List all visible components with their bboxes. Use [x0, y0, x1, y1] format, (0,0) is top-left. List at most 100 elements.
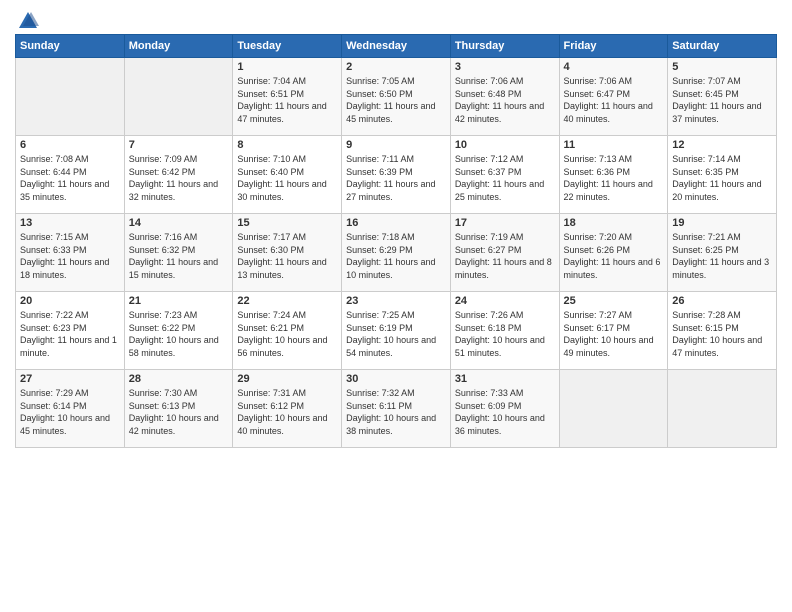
logo-icon: [17, 10, 39, 32]
day-info: Sunrise: 7:09 AM Sunset: 6:42 PM Dayligh…: [129, 153, 229, 203]
day-cell: 30 Sunrise: 7:32 AM Sunset: 6:11 PM Dayli…: [342, 370, 451, 448]
header-row: SundayMondayTuesdayWednesdayThursdayFrid…: [16, 35, 777, 58]
day-cell: [668, 370, 777, 448]
day-number: 15: [237, 217, 337, 229]
day-info: Sunrise: 7:26 AM Sunset: 6:18 PM Dayligh…: [455, 309, 555, 359]
day-cell: [124, 58, 233, 136]
header: [15, 10, 777, 28]
day-cell: 22 Sunrise: 7:24 AM Sunset: 6:21 PM Dayli…: [233, 292, 342, 370]
day-cell: 9 Sunrise: 7:11 AM Sunset: 6:39 PM Daylig…: [342, 136, 451, 214]
day-info: Sunrise: 7:14 AM Sunset: 6:35 PM Dayligh…: [672, 153, 772, 203]
day-cell: 5 Sunrise: 7:07 AM Sunset: 6:45 PM Daylig…: [668, 58, 777, 136]
day-number: 22: [237, 295, 337, 307]
day-info: Sunrise: 7:24 AM Sunset: 6:21 PM Dayligh…: [237, 309, 337, 359]
day-info: Sunrise: 7:28 AM Sunset: 6:15 PM Dayligh…: [672, 309, 772, 359]
day-cell: 3 Sunrise: 7:06 AM Sunset: 6:48 PM Daylig…: [450, 58, 559, 136]
day-number: 28: [129, 373, 229, 385]
day-info: Sunrise: 7:31 AM Sunset: 6:12 PM Dayligh…: [237, 387, 337, 437]
week-row-2: 13Sunrise: 7:15 AM Sunset: 6:33 PM Dayli…: [16, 214, 777, 292]
day-info: Sunrise: 7:13 AM Sunset: 6:36 PM Dayligh…: [564, 153, 664, 203]
day-cell: 31Sunrise: 7:33 AM Sunset: 6:09 PM Dayli…: [450, 370, 559, 448]
day-info: Sunrise: 7:10 AM Sunset: 6:40 PM Dayligh…: [237, 153, 337, 203]
day-info: Sunrise: 7:06 AM Sunset: 6:48 PM Dayligh…: [455, 75, 555, 125]
day-number: 11: [564, 139, 664, 151]
day-cell: 19 Sunrise: 7:21 AM Sunset: 6:25 PM Dayli…: [668, 214, 777, 292]
day-info: Sunrise: 7:27 AM Sunset: 6:17 PM Dayligh…: [564, 309, 664, 359]
day-cell: 26 Sunrise: 7:28 AM Sunset: 6:15 PM Dayli…: [668, 292, 777, 370]
day-number: 14: [129, 217, 229, 229]
day-cell: [16, 58, 125, 136]
calendar-container: SundayMondayTuesdayWednesdayThursdayFrid…: [0, 0, 792, 453]
day-number: 4: [564, 61, 664, 73]
day-number: 2: [346, 61, 446, 73]
day-info: Sunrise: 7:11 AM Sunset: 6:39 PM Dayligh…: [346, 153, 446, 203]
day-cell: 24Sunrise: 7:26 AM Sunset: 6:18 PM Dayli…: [450, 292, 559, 370]
day-cell: 4 Sunrise: 7:06 AM Sunset: 6:47 PM Daylig…: [559, 58, 668, 136]
day-number: 17: [455, 217, 555, 229]
day-info: Sunrise: 7:18 AM Sunset: 6:29 PM Dayligh…: [346, 231, 446, 281]
day-number: 10: [455, 139, 555, 151]
day-info: Sunrise: 7:17 AM Sunset: 6:30 PM Dayligh…: [237, 231, 337, 281]
day-header-sunday: Sunday: [16, 35, 125, 58]
day-number: 3: [455, 61, 555, 73]
day-info: Sunrise: 7:16 AM Sunset: 6:32 PM Dayligh…: [129, 231, 229, 281]
day-number: 19: [672, 217, 772, 229]
logo: [15, 10, 39, 28]
day-cell: 17 Sunrise: 7:19 AM Sunset: 6:27 PM Dayli…: [450, 214, 559, 292]
day-info: Sunrise: 7:05 AM Sunset: 6:50 PM Dayligh…: [346, 75, 446, 125]
day-cell: 14 Sunrise: 7:16 AM Sunset: 6:32 PM Dayli…: [124, 214, 233, 292]
day-number: 31: [455, 373, 555, 385]
day-cell: 16Sunrise: 7:18 AM Sunset: 6:29 PM Dayli…: [342, 214, 451, 292]
day-number: 8: [237, 139, 337, 151]
day-header-saturday: Saturday: [668, 35, 777, 58]
day-number: 9: [346, 139, 446, 151]
day-info: Sunrise: 7:04 AM Sunset: 6:51 PM Dayligh…: [237, 75, 337, 125]
day-cell: 13Sunrise: 7:15 AM Sunset: 6:33 PM Dayli…: [16, 214, 125, 292]
day-cell: 18Sunrise: 7:20 AM Sunset: 6:26 PM Dayli…: [559, 214, 668, 292]
day-cell: 6 Sunrise: 7:08 AM Sunset: 6:44 PM Daylig…: [16, 136, 125, 214]
day-cell: 20Sunrise: 7:22 AM Sunset: 6:23 PM Dayli…: [16, 292, 125, 370]
day-header-friday: Friday: [559, 35, 668, 58]
day-number: 29: [237, 373, 337, 385]
day-number: 6: [20, 139, 120, 151]
day-cell: 29 Sunrise: 7:31 AM Sunset: 6:12 PM Dayli…: [233, 370, 342, 448]
day-cell: 15 Sunrise: 7:17 AM Sunset: 6:30 PM Dayli…: [233, 214, 342, 292]
day-info: Sunrise: 7:07 AM Sunset: 6:45 PM Dayligh…: [672, 75, 772, 125]
week-row-1: 6 Sunrise: 7:08 AM Sunset: 6:44 PM Daylig…: [16, 136, 777, 214]
week-row-3: 20Sunrise: 7:22 AM Sunset: 6:23 PM Dayli…: [16, 292, 777, 370]
day-number: 26: [672, 295, 772, 307]
day-number: 21: [129, 295, 229, 307]
week-row-4: 27 Sunrise: 7:29 AM Sunset: 6:14 PM Dayli…: [16, 370, 777, 448]
day-cell: [559, 370, 668, 448]
day-info: Sunrise: 7:25 AM Sunset: 6:19 PM Dayligh…: [346, 309, 446, 359]
day-cell: 2 Sunrise: 7:05 AM Sunset: 6:50 PM Daylig…: [342, 58, 451, 136]
day-number: 7: [129, 139, 229, 151]
day-cell: 8 Sunrise: 7:10 AM Sunset: 6:40 PM Daylig…: [233, 136, 342, 214]
day-number: 30: [346, 373, 446, 385]
day-number: 5: [672, 61, 772, 73]
day-header-monday: Monday: [124, 35, 233, 58]
day-cell: 12Sunrise: 7:14 AM Sunset: 6:35 PM Dayli…: [668, 136, 777, 214]
day-info: Sunrise: 7:06 AM Sunset: 6:47 PM Dayligh…: [564, 75, 664, 125]
day-info: Sunrise: 7:23 AM Sunset: 6:22 PM Dayligh…: [129, 309, 229, 359]
day-number: 27: [20, 373, 120, 385]
day-info: Sunrise: 7:08 AM Sunset: 6:44 PM Dayligh…: [20, 153, 120, 203]
day-cell: 25 Sunrise: 7:27 AM Sunset: 6:17 PM Dayli…: [559, 292, 668, 370]
day-header-tuesday: Tuesday: [233, 35, 342, 58]
day-header-thursday: Thursday: [450, 35, 559, 58]
day-cell: 10 Sunrise: 7:12 AM Sunset: 6:37 PM Dayli…: [450, 136, 559, 214]
day-info: Sunrise: 7:12 AM Sunset: 6:37 PM Dayligh…: [455, 153, 555, 203]
day-number: 23: [346, 295, 446, 307]
day-info: Sunrise: 7:32 AM Sunset: 6:11 PM Dayligh…: [346, 387, 446, 437]
day-cell: 1 Sunrise: 7:04 AM Sunset: 6:51 PM Daylig…: [233, 58, 342, 136]
day-number: 13: [20, 217, 120, 229]
day-cell: 7 Sunrise: 7:09 AM Sunset: 6:42 PM Daylig…: [124, 136, 233, 214]
day-number: 25: [564, 295, 664, 307]
day-info: Sunrise: 7:19 AM Sunset: 6:27 PM Dayligh…: [455, 231, 555, 281]
calendar-table: SundayMondayTuesdayWednesdayThursdayFrid…: [15, 34, 777, 448]
day-info: Sunrise: 7:30 AM Sunset: 6:13 PM Dayligh…: [129, 387, 229, 437]
day-info: Sunrise: 7:21 AM Sunset: 6:25 PM Dayligh…: [672, 231, 772, 281]
day-number: 1: [237, 61, 337, 73]
day-info: Sunrise: 7:29 AM Sunset: 6:14 PM Dayligh…: [20, 387, 120, 437]
day-header-wednesday: Wednesday: [342, 35, 451, 58]
